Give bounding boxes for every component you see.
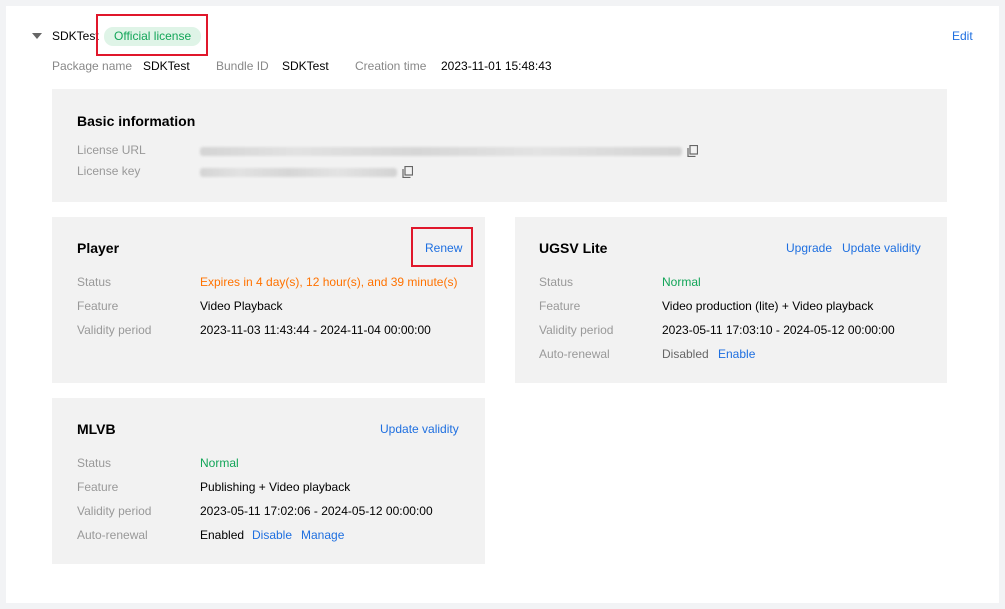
caret-down-icon[interactable] [32, 33, 42, 39]
ugsv-status-label: Status [539, 275, 574, 289]
disable-auto-renewal-link[interactable]: Disable [252, 528, 292, 542]
manage-auto-renewal-link[interactable]: Manage [301, 528, 344, 542]
bundle-id-value: SDKTest [282, 59, 329, 73]
mlvb-feature-value: Publishing + Video playback [200, 480, 351, 494]
player-feature-label: Feature [77, 299, 119, 313]
player-feature-value: Video Playback [200, 299, 283, 313]
ugsv-auto-renewal-value: Disabled [662, 347, 709, 361]
license-url-label: License URL [77, 143, 146, 157]
mlvb-update-validity-link[interactable]: Update validity [380, 422, 459, 436]
copy-icon[interactable] [402, 165, 414, 181]
package-name-label: Package name [52, 59, 133, 73]
mlvb-validity-value: 2023-05-11 17:02:06 - 2024-05-12 00:00:0… [200, 504, 433, 518]
license-url-value [200, 147, 682, 156]
player-status-label: Status [77, 275, 112, 289]
mlvb-auto-renewal-label: Auto-renewal [77, 528, 148, 542]
creation-time-label: Creation time [355, 59, 427, 73]
player-title: Player [77, 240, 120, 256]
upgrade-link[interactable]: Upgrade [786, 241, 832, 255]
renew-link[interactable]: Renew [425, 241, 462, 255]
ugsv-update-validity-link[interactable]: Update validity [842, 241, 921, 255]
ugsv-feature-label: Feature [539, 299, 581, 313]
player-status-value: Expires in 4 day(s), 12 hour(s), and 39 … [200, 275, 458, 289]
license-key-value [200, 168, 397, 177]
license-key-label: License key [77, 164, 141, 178]
basic-info-title: Basic information [77, 113, 196, 129]
license-type-tag: Official license [104, 27, 202, 46]
mlvb-status-label: Status [77, 456, 112, 470]
mlvb-auto-renewal-value: Enabled [200, 528, 245, 542]
player-validity-value: 2023-11-03 11:43:44 - 2024-11-04 00:00:0… [200, 323, 431, 337]
mlvb-status-value: Normal [200, 456, 239, 470]
edit-link[interactable]: Edit [952, 29, 973, 43]
app-name: SDKTest [52, 29, 99, 43]
ugsv-feature-value: Video production (lite) + Video playback [662, 299, 874, 313]
mlvb-title: MLVB [77, 421, 116, 437]
bundle-id-label: Bundle ID [216, 59, 269, 73]
ugsv-status-value: Normal [662, 275, 701, 289]
mlvb-validity-label: Validity period [77, 504, 152, 518]
mlvb-feature-label: Feature [77, 480, 119, 494]
ugsv-title: UGSV Lite [539, 240, 608, 256]
ugsv-validity-value: 2023-05-11 17:03:10 - 2024-05-12 00:00:0… [662, 323, 895, 337]
basic-info-card [52, 89, 947, 202]
enable-auto-renewal-link[interactable]: Enable [718, 347, 755, 361]
player-validity-label: Validity period [77, 323, 152, 337]
package-name-value: SDKTest [143, 59, 190, 73]
creation-time-value: 2023-11-01 15:48:43 [441, 59, 552, 73]
ugsv-auto-renewal-label: Auto-renewal [539, 347, 610, 361]
copy-icon[interactable] [687, 144, 699, 160]
ugsv-validity-label: Validity period [539, 323, 614, 337]
